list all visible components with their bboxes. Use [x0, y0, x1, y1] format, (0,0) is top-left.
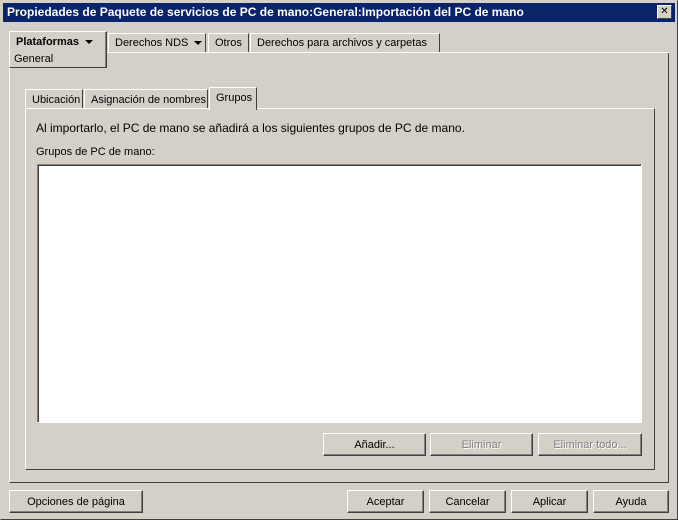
help-button-label: Ayuda — [615, 495, 647, 508]
remove-button[interactable]: Eliminar — [430, 433, 533, 456]
window-title: Propiedades de Paquete de servicios de P… — [7, 5, 524, 19]
close-button[interactable]: ✕ — [657, 5, 672, 19]
tab-derechos-nds[interactable]: Derechos NDS — [108, 33, 206, 53]
cancel-button-label: Cancelar — [445, 495, 490, 508]
tab-ubicacion-label: Ubicación — [32, 94, 81, 106]
add-button-label: Añadir... — [354, 438, 395, 451]
tab-ubicacion[interactable]: Ubicación — [25, 89, 83, 109]
apply-button-label: Aplicar — [532, 495, 567, 508]
title-bar[interactable]: Propiedades de Paquete de servicios de P… — [3, 3, 675, 22]
chevron-down-icon — [194, 41, 203, 46]
cancel-button[interactable]: Cancelar — [429, 490, 506, 513]
close-icon: ✕ — [660, 6, 669, 17]
ok-button[interactable]: Aceptar — [347, 490, 424, 513]
tab-asignacion-nombres[interactable]: Asignación de nombres — [84, 89, 208, 109]
tab-asignacion-nombres-label: Asignación de nombres — [91, 94, 206, 106]
tab-plataformas-label: Plataformas — [16, 36, 79, 48]
tab-grupos-label: Grupos — [216, 92, 253, 104]
help-button[interactable]: Ayuda — [593, 490, 669, 513]
tab-derechos-nds-label: Derechos NDS — [115, 37, 189, 49]
remove-all-button-label: Eliminar todo... — [553, 438, 627, 451]
tab-derechos-archivos-label: Derechos para archivos y carpetas — [257, 37, 427, 49]
add-button[interactable]: Añadir... — [323, 433, 426, 456]
tab-otros[interactable]: Otros — [208, 33, 249, 53]
remove-all-button[interactable]: Eliminar todo... — [538, 433, 642, 456]
page-options-label: Opciones de página — [27, 495, 125, 508]
groups-list[interactable] — [37, 164, 642, 423]
outer-panel-top-edge — [107, 52, 669, 53]
groups-list-label: Grupos de PC de mano: — [36, 146, 155, 158]
tab-plataformas-sublabel: General — [14, 53, 54, 65]
tab-grupos[interactable]: Grupos — [209, 87, 257, 110]
tab-otros-label: Otros — [215, 37, 242, 49]
tab-derechos-archivos[interactable]: Derechos para archivos y carpetas — [250, 33, 440, 53]
page-options-button[interactable]: Opciones de página — [9, 490, 143, 513]
tab-plataformas[interactable]: Plataformas General — [9, 31, 107, 68]
inner-tab-strip: Ubicación Asignación de nombres Grupos — [25, 87, 665, 110]
ok-button-label: Aceptar — [366, 495, 405, 508]
remove-button-label: Eliminar — [461, 438, 502, 451]
apply-button[interactable]: Aplicar — [511, 490, 588, 513]
inner-panel-tab-gap — [210, 108, 256, 109]
properties-dialog: Propiedades de Paquete de servicios de P… — [0, 0, 678, 520]
groups-description: Al importarlo, el PC de mano se añadirá … — [36, 121, 465, 135]
chevron-down-icon — [84, 40, 93, 45]
